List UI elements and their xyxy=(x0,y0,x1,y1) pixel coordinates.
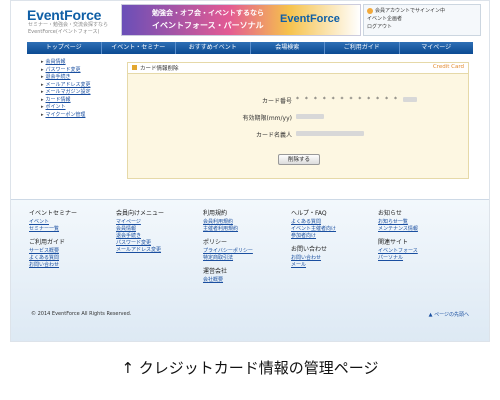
footer-heading: 関連サイト xyxy=(378,239,409,246)
browser-screenshot: EventForce セミナー・勉強会・交流会探すならEventForce(イベ… xyxy=(10,0,490,342)
card-number-row: カード番号 * * * * * * * * * * * * xyxy=(128,94,470,106)
expiry-value xyxy=(296,113,324,120)
footer-link[interactable]: 参加者向け xyxy=(291,233,373,240)
footer-link[interactable]: プライバシーポリシー xyxy=(203,248,285,255)
card-holder-label: カード名義人 xyxy=(255,132,292,139)
footer-link[interactable]: 主催者利用規約 xyxy=(203,226,285,233)
global-nav: トップページ イベント・セミナー おすすめイベント 会場検索 ご利用ガイド マイ… xyxy=(27,42,473,54)
footer-link[interactable]: お問い合わせ xyxy=(291,255,373,262)
footer-link[interactable]: お知らせ一覧 xyxy=(378,219,460,226)
banner-line-1: 勉強会・オフ会・イベントするなら xyxy=(152,9,264,17)
expiry-label: 有効期限(mm/yy) xyxy=(242,115,293,122)
footer-link[interactable]: 会員利用規約 xyxy=(203,219,285,226)
sidebar-item[interactable]: メールアドレス変更 xyxy=(41,82,121,90)
sidebar-item[interactable]: 退会手続き xyxy=(41,74,121,82)
logout-link[interactable]: ログアウト xyxy=(367,23,477,31)
footer-link[interactable]: 会社概要 xyxy=(203,277,285,284)
nav-top[interactable]: トップページ xyxy=(27,42,102,54)
site-logo[interactable]: EventForce xyxy=(27,7,101,23)
card-number-value: * * * * * * * * * * * * xyxy=(296,96,417,103)
caption: ↑ クレジットカード情報の管理ページ xyxy=(121,359,379,377)
card-holder-value xyxy=(296,130,364,137)
user-icon xyxy=(367,7,373,14)
footer-link[interactable]: よくある質問 xyxy=(291,219,373,226)
card-icon xyxy=(132,65,137,70)
expiry-row: 有効期限(mm/yy) xyxy=(128,111,470,123)
sidebar-item[interactable]: 会員情報 xyxy=(41,59,121,67)
footer-link[interactable]: お問い合わせ xyxy=(29,262,111,269)
site-footer: イベントセミナー イベント セミナー一覧 ご利用ガイド サービス概要 よくある質… xyxy=(11,199,489,341)
sidebar-item[interactable]: カード情報 xyxy=(41,97,121,105)
user-role: イベント企画者 xyxy=(367,16,403,22)
delete-card-button[interactable]: 削除する xyxy=(278,154,320,165)
sidebar-item[interactable]: メールマガジン設定 xyxy=(41,89,121,97)
footer-heading: 利用規約 xyxy=(203,210,228,217)
footer-heading: ヘルプ・FAQ xyxy=(291,210,327,217)
footer-heading: 運営会社 xyxy=(203,268,228,275)
footer-column: 会員向けメニュー マイページ 会員情報 退会手続き パスワード変更 メールアドレ… xyxy=(116,208,198,254)
footer-link[interactable]: パスワード変更 xyxy=(116,240,198,247)
card-number-label: カード番号 xyxy=(261,98,292,105)
site-tagline: セミナー・勉強会・交流会探すならEventForce(イベントフォース) xyxy=(28,22,109,35)
promo-banner[interactable]: 勉強会・オフ会・イベントするなら イベントフォース・パーソナル EventFor… xyxy=(121,4,361,36)
copyright: © 2014 EventForce All Rights Reserved. xyxy=(31,311,132,317)
footer-link[interactable]: メンテナンス情報 xyxy=(378,226,460,233)
footer-link[interactable]: セミナー一覧 xyxy=(29,226,111,233)
panel-tag: Credit Card xyxy=(432,64,464,70)
sidebar-item[interactable]: パスワード変更 xyxy=(41,67,121,75)
footer-column: イベントセミナー イベント セミナー一覧 ご利用ガイド サービス概要 よくある質… xyxy=(29,208,111,269)
signin-status: 会員アカウントでサインイン中 xyxy=(375,8,446,14)
footer-link[interactable]: 会員情報 xyxy=(116,226,198,233)
footer-heading: 会員向けメニュー xyxy=(116,210,165,217)
footer-column: ヘルプ・FAQ よくある質問 イベント主催者向け 参加者向け お問い合わせ お問… xyxy=(291,208,373,269)
footer-heading: お知らせ xyxy=(378,210,402,217)
account-sidebar: 会員情報 パスワード変更 退会手続き メールアドレス変更 メールマガジン設定 カ… xyxy=(41,59,121,119)
nav-guide[interactable]: ご利用ガイド xyxy=(325,42,400,54)
card-holder-row: カード名義人 xyxy=(128,128,470,140)
footer-link[interactable]: パーソナル xyxy=(378,255,460,262)
footer-column: お知らせ お知らせ一覧 メンテナンス情報 関連サイト イベントフォース パーソナ… xyxy=(378,208,460,262)
footer-heading: お問い合わせ xyxy=(291,246,328,253)
user-status-box: 会員アカウントでサインイン中 イベント企画者 ログアウト xyxy=(363,4,481,36)
panel-header: カード情報削除 Credit Card xyxy=(128,63,468,74)
footer-link[interactable]: サービス概要 xyxy=(29,248,111,255)
footer-heading: ご利用ガイド xyxy=(29,239,66,246)
panel-title: カード情報削除 xyxy=(140,66,179,72)
sidebar-item[interactable]: ポイント xyxy=(41,104,121,112)
footer-link[interactable]: メールアドレス変更 xyxy=(116,247,198,254)
site-header: EventForce セミナー・勉強会・交流会探すならEventForce(イベ… xyxy=(11,1,489,41)
banner-line-2: イベントフォース・パーソナル xyxy=(152,21,264,30)
sidebar-item[interactable]: マイクーポン管理 xyxy=(41,112,121,120)
nav-mypage[interactable]: マイページ xyxy=(400,42,474,54)
footer-link[interactable]: イベント主催者向け xyxy=(291,226,373,233)
footer-heading: ポリシー xyxy=(203,239,228,246)
footer-link[interactable]: イベント xyxy=(29,219,111,226)
footer-link[interactable]: 退会手続き xyxy=(116,233,198,240)
footer-link[interactable]: よくある質問 xyxy=(29,255,111,262)
nav-recommended[interactable]: おすすめイベント xyxy=(176,42,251,54)
footer-link[interactable]: イベントフォース xyxy=(378,248,460,255)
footer-link[interactable]: メール xyxy=(291,262,373,269)
banner-brand: EventForce xyxy=(280,13,340,25)
nav-events[interactable]: イベント・セミナー xyxy=(102,42,176,54)
footer-column: 利用規約 会員利用規約 主催者利用規約 ポリシー プライバシーポリシー 特定商取… xyxy=(203,208,285,284)
footer-heading: イベントセミナー xyxy=(29,210,78,217)
nav-venue-search[interactable]: 会場検索 xyxy=(251,42,325,54)
card-info-panel: カード情報削除 Credit Card カード番号 * * * * * * * … xyxy=(127,62,469,179)
footer-link[interactable]: マイページ xyxy=(116,219,198,226)
footer-link[interactable]: 特定商取引法 xyxy=(203,255,285,262)
page-top-link[interactable]: ▲ ページの先頭へ xyxy=(429,311,469,318)
